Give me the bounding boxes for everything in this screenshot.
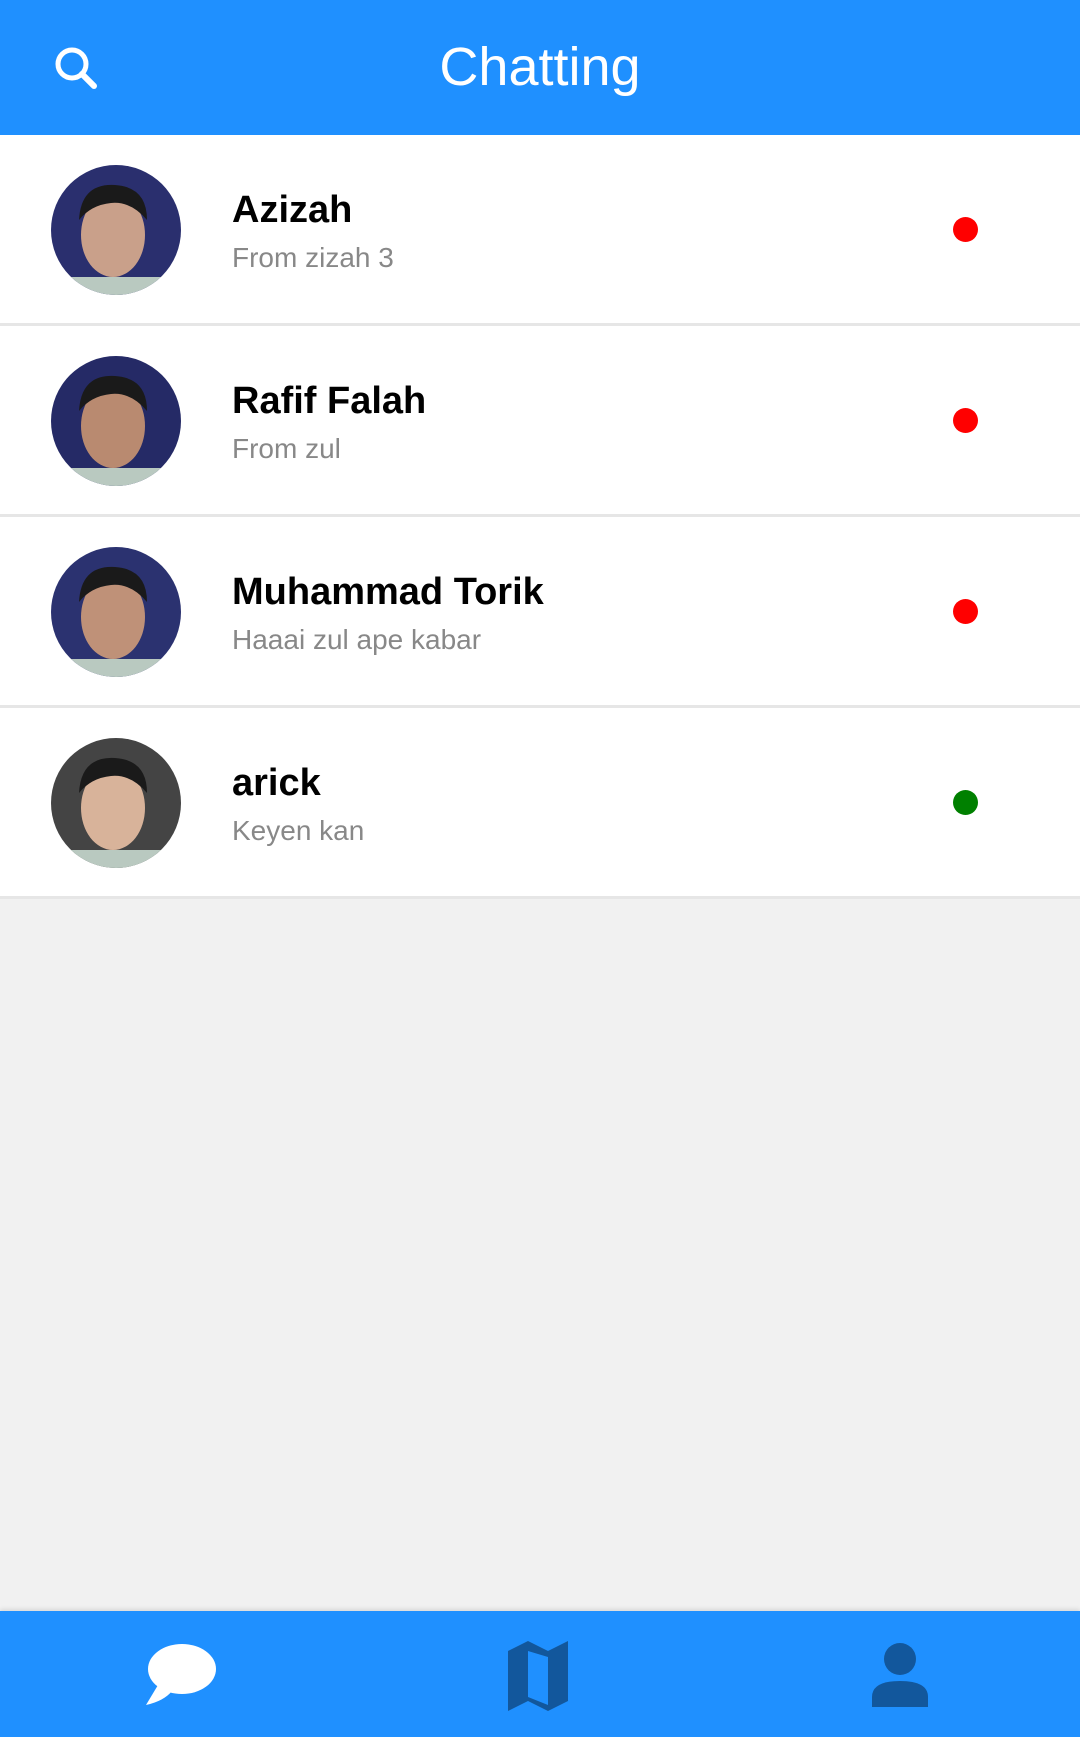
avatar <box>51 738 181 868</box>
avatar <box>51 356 181 486</box>
status-indicator <box>953 790 978 815</box>
last-message: Haaai zul ape kabar <box>232 624 482 655</box>
contact-name: Rafif Falah <box>232 380 427 422</box>
status-indicator <box>953 599 978 624</box>
avatar <box>51 547 181 677</box>
last-message: From zizah 3 <box>232 242 394 273</box>
status-indicator <box>953 217 978 242</box>
chat-list: Azizah From zizah 3 Rafif Falah From zul… <box>0 135 1080 899</box>
contact-name: Muhammad Torik <box>232 571 544 613</box>
person-icon[interactable] <box>860 1641 940 1711</box>
chat-list-item[interactable]: Azizah From zizah 3 <box>0 135 1080 326</box>
contact-name: Azizah <box>232 189 353 231</box>
chat-list-item[interactable]: arick Keyen kan <box>0 708 1080 899</box>
last-message: From zul <box>232 433 341 464</box>
chat-list-item[interactable]: Muhammad Torik Haaai zul ape kabar <box>0 517 1080 708</box>
map-icon[interactable] <box>500 1641 580 1711</box>
contact-name: arick <box>232 762 321 804</box>
app-header: Chatting <box>0 0 1080 135</box>
bottom-navigation <box>0 1611 1080 1737</box>
page-title: Chatting <box>439 37 641 97</box>
status-indicator <box>953 408 978 433</box>
avatar <box>51 165 181 295</box>
chat-list-item[interactable]: Rafif Falah From zul <box>0 326 1080 517</box>
chat-icon[interactable] <box>140 1641 220 1711</box>
last-message: Keyen kan <box>232 815 365 846</box>
